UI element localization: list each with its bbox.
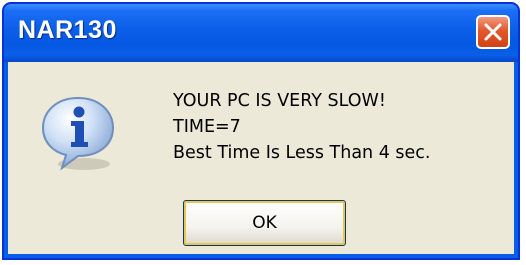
close-icon [484, 23, 502, 41]
title-bar[interactable]: NAR130 [4, 4, 518, 62]
information-icon [41, 96, 115, 171]
window-title: NAR130 [18, 16, 117, 44]
message-line: Best Time Is Less Than 4 sec. [173, 143, 431, 163]
message-dialog: NAR130 YOUR PC IS VERY SLOW! TIME=7 Best… [2, 2, 520, 260]
message-line: YOUR PC IS VERY SLOW! [173, 91, 386, 111]
close-button[interactable] [476, 15, 510, 49]
dialog-body: YOUR PC IS VERY SLOW! TIME=7 Best Time I… [8, 62, 514, 254]
message-text: YOUR PC IS VERY SLOW! TIME=7 Best Time I… [173, 88, 430, 166]
message-line: TIME=7 [173, 117, 241, 137]
ok-button[interactable]: OK [183, 200, 346, 246]
